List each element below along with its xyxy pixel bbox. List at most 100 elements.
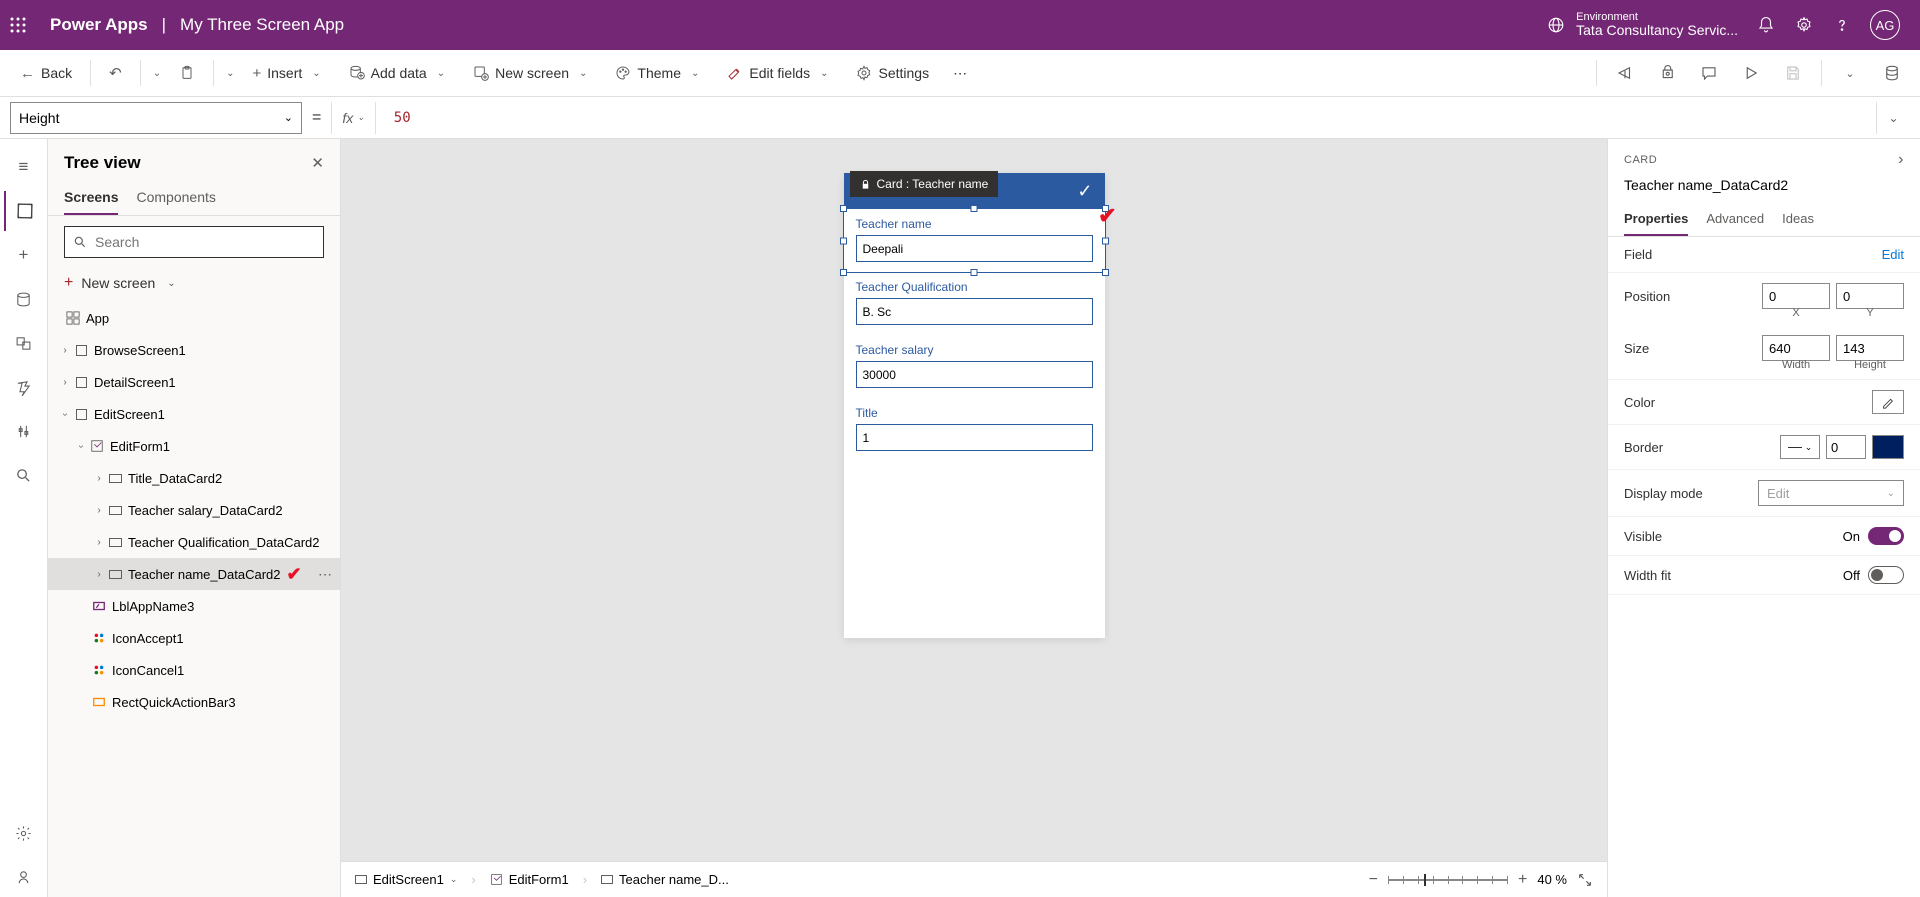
- tab-properties[interactable]: Properties: [1624, 203, 1688, 236]
- data-rail-icon[interactable]: [4, 279, 44, 319]
- settings-rail-icon[interactable]: [4, 813, 44, 853]
- hamburger-icon[interactable]: ≡: [4, 147, 44, 187]
- app-launcher-icon[interactable]: [10, 17, 50, 33]
- settings-gear-icon[interactable]: [1794, 15, 1814, 35]
- preview-icon[interactable]: [1733, 55, 1769, 91]
- chevron-right-icon[interactable]: ›: [92, 505, 106, 516]
- resize-handle[interactable]: [971, 205, 978, 212]
- accept-check-icon[interactable]: ✓: [1077, 181, 1092, 202]
- tree-detailscreen[interactable]: › DetailScreen1: [48, 366, 340, 398]
- tree-editform[interactable]: › EditForm1: [48, 430, 340, 462]
- user-avatar[interactable]: AG: [1870, 10, 1900, 40]
- comments-icon[interactable]: [1691, 55, 1727, 91]
- tree-lblapp[interactable]: LblAppName3: [48, 590, 340, 622]
- teacher-qual-input[interactable]: [856, 298, 1093, 325]
- tree-app[interactable]: App: [48, 302, 340, 334]
- title-card[interactable]: Title: [844, 398, 1105, 461]
- zoom-in-icon[interactable]: +: [1518, 871, 1527, 889]
- teacher-salary-card[interactable]: Teacher salary: [844, 335, 1105, 398]
- chevron-down-icon[interactable]: ›: [76, 439, 87, 453]
- notifications-icon[interactable]: [1756, 15, 1776, 35]
- undo-button[interactable]: ↶: [99, 58, 132, 88]
- teacher-qual-card[interactable]: Teacher Qualification: [844, 272, 1105, 335]
- breadcrumb-form[interactable]: EditForm1: [490, 872, 569, 887]
- zoom-out-icon[interactable]: −: [1369, 871, 1378, 889]
- title-input[interactable]: [856, 424, 1093, 451]
- chevron-right-icon[interactable]: ›: [92, 473, 106, 484]
- size-height-input[interactable]: [1836, 335, 1904, 361]
- formula-input[interactable]: [386, 102, 1866, 134]
- tree-view-icon[interactable]: [4, 191, 44, 231]
- tree-titlecard[interactable]: › Title_DataCard2: [48, 462, 340, 494]
- border-style-select[interactable]: ⌄: [1780, 435, 1820, 459]
- chevron-right-icon[interactable]: ›: [58, 345, 72, 356]
- breadcrumb-screen[interactable]: EditScreen1 ⌄: [355, 872, 457, 887]
- size-width-input[interactable]: [1762, 335, 1830, 361]
- fit-screen-icon[interactable]: [1577, 872, 1593, 888]
- position-y-input[interactable]: [1836, 283, 1904, 309]
- help-icon[interactable]: [1832, 15, 1852, 35]
- chevron-down-icon[interactable]: ›: [60, 407, 71, 421]
- tree-search[interactable]: [64, 226, 324, 258]
- chevron-right-icon[interactable]: ›: [1898, 151, 1904, 169]
- new-screen-button[interactable]: New screen ⌄: [463, 58, 601, 89]
- breadcrumb-card[interactable]: Teacher name_D...: [601, 872, 729, 887]
- tree-rect[interactable]: RectQuickActionBar3: [48, 686, 340, 718]
- color-picker[interactable]: [1872, 390, 1904, 414]
- expand-formula-icon[interactable]: ⌄: [1876, 102, 1910, 134]
- zoom-slider[interactable]: [1388, 879, 1508, 881]
- teacher-name-card[interactable]: Teacher name ✔: [844, 209, 1105, 272]
- teacher-name-input[interactable]: [856, 235, 1093, 262]
- tree-namecard[interactable]: › Teacher name_DataCard2 ✔ ⋯: [48, 558, 340, 590]
- tab-advanced[interactable]: Advanced: [1706, 203, 1764, 236]
- tree-iconaccept[interactable]: IconAccept1: [48, 622, 340, 654]
- visible-toggle[interactable]: [1868, 527, 1904, 545]
- save-caret[interactable]: ⌄: [1832, 55, 1868, 91]
- undo-caret[interactable]: ⌄: [149, 64, 165, 83]
- chevron-right-icon[interactable]: ›: [92, 537, 106, 548]
- tree-qualcard[interactable]: › Teacher Qualification_DataCard2: [48, 526, 340, 558]
- theme-button[interactable]: Theme ⌄: [605, 58, 713, 89]
- canvas-area[interactable]: Card : Teacher name ✓ Teacher name: [341, 139, 1607, 861]
- checker-icon[interactable]: [1649, 55, 1685, 91]
- border-width-input[interactable]: [1826, 435, 1866, 459]
- search-rail-icon[interactable]: [4, 455, 44, 495]
- tree-browsescreen[interactable]: › BrowseScreen1: [48, 334, 340, 366]
- border-color-swatch[interactable]: [1872, 435, 1904, 459]
- teacher-salary-input[interactable]: [856, 361, 1093, 388]
- resize-handle[interactable]: [1102, 237, 1109, 244]
- publish-icon[interactable]: [1874, 55, 1910, 91]
- tree-salarycard[interactable]: › Teacher salary_DataCard2: [48, 494, 340, 526]
- tab-components[interactable]: Components: [136, 181, 215, 215]
- media-rail-icon[interactable]: [4, 323, 44, 363]
- tab-ideas[interactable]: Ideas: [1782, 203, 1814, 236]
- new-screen-button[interactable]: + New screen ⌄: [48, 268, 340, 298]
- close-icon[interactable]: ✕: [311, 154, 324, 172]
- flows-rail-icon[interactable]: [4, 367, 44, 407]
- more-icon[interactable]: ⋯: [318, 566, 332, 583]
- add-data-button[interactable]: Add data ⌄: [339, 58, 459, 89]
- tools-rail-icon[interactable]: [4, 411, 44, 451]
- property-selector[interactable]: Height ⌄: [10, 102, 302, 134]
- share-icon[interactable]: [1607, 55, 1643, 91]
- position-x-input[interactable]: [1762, 283, 1830, 309]
- paste-caret[interactable]: ⌄: [222, 64, 238, 83]
- more-button[interactable]: ⋯: [943, 59, 977, 88]
- search-input[interactable]: [95, 234, 315, 250]
- back-button[interactable]: ← Back: [10, 59, 82, 88]
- edit-fields-button[interactable]: Edit fields ⌄: [717, 58, 842, 89]
- tab-screens[interactable]: Screens: [64, 181, 118, 215]
- field-edit-link[interactable]: Edit: [1882, 247, 1904, 262]
- chevron-right-icon[interactable]: ›: [58, 377, 72, 388]
- insert-button[interactable]: + Insert ⌄: [242, 58, 334, 89]
- widthfit-toggle[interactable]: [1868, 566, 1904, 584]
- settings-button[interactable]: Settings: [846, 59, 939, 87]
- paste-button[interactable]: [169, 59, 205, 87]
- display-mode-select[interactable]: Edit ⌄: [1758, 480, 1904, 506]
- insert-rail-icon[interactable]: +: [4, 235, 44, 275]
- save-icon[interactable]: [1775, 55, 1811, 91]
- resize-handle[interactable]: [840, 205, 847, 212]
- environment-selector[interactable]: Environment Tata Consultancy Servic...: [1546, 11, 1738, 38]
- tree-iconcancel[interactable]: IconCancel1: [48, 654, 340, 686]
- fx-button[interactable]: fx ⌄: [342, 110, 364, 126]
